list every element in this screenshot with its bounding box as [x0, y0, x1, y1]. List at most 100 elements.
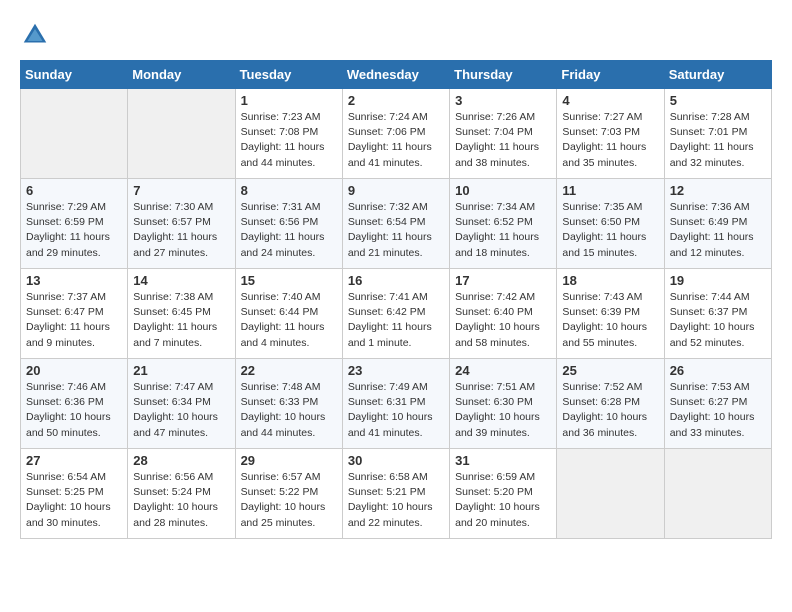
day-info: Sunrise: 7:26 AM Sunset: 7:04 PM Dayligh…	[455, 110, 551, 171]
day-cell	[664, 449, 771, 539]
day-cell: 30 Sunrise: 6:58 AM Sunset: 5:21 PM Dayl…	[342, 449, 449, 539]
day-cell: 2 Sunrise: 7:24 AM Sunset: 7:06 PM Dayli…	[342, 89, 449, 179]
day-cell: 3 Sunrise: 7:26 AM Sunset: 7:04 PM Dayli…	[450, 89, 557, 179]
day-cell: 18 Sunrise: 7:43 AM Sunset: 6:39 PM Dayl…	[557, 269, 664, 359]
day-number: 1	[241, 93, 337, 108]
day-cell: 4 Sunrise: 7:27 AM Sunset: 7:03 PM Dayli…	[557, 89, 664, 179]
calendar-table: SundayMondayTuesdayWednesdayThursdayFrid…	[20, 60, 772, 539]
day-info: Sunrise: 7:42 AM Sunset: 6:40 PM Dayligh…	[455, 290, 551, 351]
day-info: Sunrise: 7:35 AM Sunset: 6:50 PM Dayligh…	[562, 200, 658, 261]
week-row-2: 13 Sunrise: 7:37 AM Sunset: 6:47 PM Dayl…	[21, 269, 772, 359]
day-number: 13	[26, 273, 122, 288]
day-info: Sunrise: 7:47 AM Sunset: 6:34 PM Dayligh…	[133, 380, 229, 441]
day-number: 30	[348, 453, 444, 468]
day-info: Sunrise: 7:44 AM Sunset: 6:37 PM Dayligh…	[670, 290, 766, 351]
day-number: 15	[241, 273, 337, 288]
day-number: 8	[241, 183, 337, 198]
day-number: 28	[133, 453, 229, 468]
day-number: 14	[133, 273, 229, 288]
day-cell: 22 Sunrise: 7:48 AM Sunset: 6:33 PM Dayl…	[235, 359, 342, 449]
day-number: 27	[26, 453, 122, 468]
day-number: 21	[133, 363, 229, 378]
day-info: Sunrise: 7:48 AM Sunset: 6:33 PM Dayligh…	[241, 380, 337, 441]
day-cell: 29 Sunrise: 6:57 AM Sunset: 5:22 PM Dayl…	[235, 449, 342, 539]
day-cell: 9 Sunrise: 7:32 AM Sunset: 6:54 PM Dayli…	[342, 179, 449, 269]
day-info: Sunrise: 7:49 AM Sunset: 6:31 PM Dayligh…	[348, 380, 444, 441]
day-cell: 31 Sunrise: 6:59 AM Sunset: 5:20 PM Dayl…	[450, 449, 557, 539]
day-info: Sunrise: 6:58 AM Sunset: 5:21 PM Dayligh…	[348, 470, 444, 531]
header-tuesday: Tuesday	[235, 61, 342, 89]
day-cell: 21 Sunrise: 7:47 AM Sunset: 6:34 PM Dayl…	[128, 359, 235, 449]
header-saturday: Saturday	[664, 61, 771, 89]
day-number: 3	[455, 93, 551, 108]
header-thursday: Thursday	[450, 61, 557, 89]
day-cell: 28 Sunrise: 6:56 AM Sunset: 5:24 PM Dayl…	[128, 449, 235, 539]
day-cell: 24 Sunrise: 7:51 AM Sunset: 6:30 PM Dayl…	[450, 359, 557, 449]
day-cell: 11 Sunrise: 7:35 AM Sunset: 6:50 PM Dayl…	[557, 179, 664, 269]
day-info: Sunrise: 7:28 AM Sunset: 7:01 PM Dayligh…	[670, 110, 766, 171]
day-info: Sunrise: 6:54 AM Sunset: 5:25 PM Dayligh…	[26, 470, 122, 531]
day-number: 29	[241, 453, 337, 468]
day-number: 12	[670, 183, 766, 198]
header-wednesday: Wednesday	[342, 61, 449, 89]
day-number: 20	[26, 363, 122, 378]
day-info: Sunrise: 7:43 AM Sunset: 6:39 PM Dayligh…	[562, 290, 658, 351]
logo-icon	[20, 20, 50, 50]
day-cell: 23 Sunrise: 7:49 AM Sunset: 6:31 PM Dayl…	[342, 359, 449, 449]
day-number: 10	[455, 183, 551, 198]
day-cell	[557, 449, 664, 539]
day-info: Sunrise: 7:46 AM Sunset: 6:36 PM Dayligh…	[26, 380, 122, 441]
day-info: Sunrise: 7:41 AM Sunset: 6:42 PM Dayligh…	[348, 290, 444, 351]
day-number: 16	[348, 273, 444, 288]
day-cell: 13 Sunrise: 7:37 AM Sunset: 6:47 PM Dayl…	[21, 269, 128, 359]
day-info: Sunrise: 7:31 AM Sunset: 6:56 PM Dayligh…	[241, 200, 337, 261]
day-number: 24	[455, 363, 551, 378]
day-info: Sunrise: 7:30 AM Sunset: 6:57 PM Dayligh…	[133, 200, 229, 261]
day-info: Sunrise: 6:57 AM Sunset: 5:22 PM Dayligh…	[241, 470, 337, 531]
day-number: 2	[348, 93, 444, 108]
day-info: Sunrise: 7:40 AM Sunset: 6:44 PM Dayligh…	[241, 290, 337, 351]
day-cell: 17 Sunrise: 7:42 AM Sunset: 6:40 PM Dayl…	[450, 269, 557, 359]
day-cell: 15 Sunrise: 7:40 AM Sunset: 6:44 PM Dayl…	[235, 269, 342, 359]
day-cell: 8 Sunrise: 7:31 AM Sunset: 6:56 PM Dayli…	[235, 179, 342, 269]
day-info: Sunrise: 6:56 AM Sunset: 5:24 PM Dayligh…	[133, 470, 229, 531]
day-number: 9	[348, 183, 444, 198]
day-info: Sunrise: 7:34 AM Sunset: 6:52 PM Dayligh…	[455, 200, 551, 261]
day-cell: 10 Sunrise: 7:34 AM Sunset: 6:52 PM Dayl…	[450, 179, 557, 269]
week-row-4: 27 Sunrise: 6:54 AM Sunset: 5:25 PM Dayl…	[21, 449, 772, 539]
day-info: Sunrise: 7:52 AM Sunset: 6:28 PM Dayligh…	[562, 380, 658, 441]
day-cell: 5 Sunrise: 7:28 AM Sunset: 7:01 PM Dayli…	[664, 89, 771, 179]
day-number: 11	[562, 183, 658, 198]
day-info: Sunrise: 7:23 AM Sunset: 7:08 PM Dayligh…	[241, 110, 337, 171]
day-number: 23	[348, 363, 444, 378]
day-number: 5	[670, 93, 766, 108]
day-number: 31	[455, 453, 551, 468]
day-number: 6	[26, 183, 122, 198]
week-row-0: 1 Sunrise: 7:23 AM Sunset: 7:08 PM Dayli…	[21, 89, 772, 179]
day-number: 17	[455, 273, 551, 288]
page-header	[20, 20, 772, 50]
logo	[20, 20, 52, 50]
day-number: 19	[670, 273, 766, 288]
header-row: SundayMondayTuesdayWednesdayThursdayFrid…	[21, 61, 772, 89]
day-info: Sunrise: 7:53 AM Sunset: 6:27 PM Dayligh…	[670, 380, 766, 441]
day-cell: 20 Sunrise: 7:46 AM Sunset: 6:36 PM Dayl…	[21, 359, 128, 449]
day-cell: 16 Sunrise: 7:41 AM Sunset: 6:42 PM Dayl…	[342, 269, 449, 359]
header-sunday: Sunday	[21, 61, 128, 89]
day-info: Sunrise: 6:59 AM Sunset: 5:20 PM Dayligh…	[455, 470, 551, 531]
day-info: Sunrise: 7:32 AM Sunset: 6:54 PM Dayligh…	[348, 200, 444, 261]
day-cell: 19 Sunrise: 7:44 AM Sunset: 6:37 PM Dayl…	[664, 269, 771, 359]
day-info: Sunrise: 7:36 AM Sunset: 6:49 PM Dayligh…	[670, 200, 766, 261]
day-cell: 12 Sunrise: 7:36 AM Sunset: 6:49 PM Dayl…	[664, 179, 771, 269]
day-cell: 25 Sunrise: 7:52 AM Sunset: 6:28 PM Dayl…	[557, 359, 664, 449]
day-cell: 14 Sunrise: 7:38 AM Sunset: 6:45 PM Dayl…	[128, 269, 235, 359]
day-number: 18	[562, 273, 658, 288]
day-number: 4	[562, 93, 658, 108]
day-number: 26	[670, 363, 766, 378]
header-friday: Friday	[557, 61, 664, 89]
day-info: Sunrise: 7:37 AM Sunset: 6:47 PM Dayligh…	[26, 290, 122, 351]
day-number: 7	[133, 183, 229, 198]
day-info: Sunrise: 7:38 AM Sunset: 6:45 PM Dayligh…	[133, 290, 229, 351]
day-info: Sunrise: 7:29 AM Sunset: 6:59 PM Dayligh…	[26, 200, 122, 261]
day-cell	[128, 89, 235, 179]
